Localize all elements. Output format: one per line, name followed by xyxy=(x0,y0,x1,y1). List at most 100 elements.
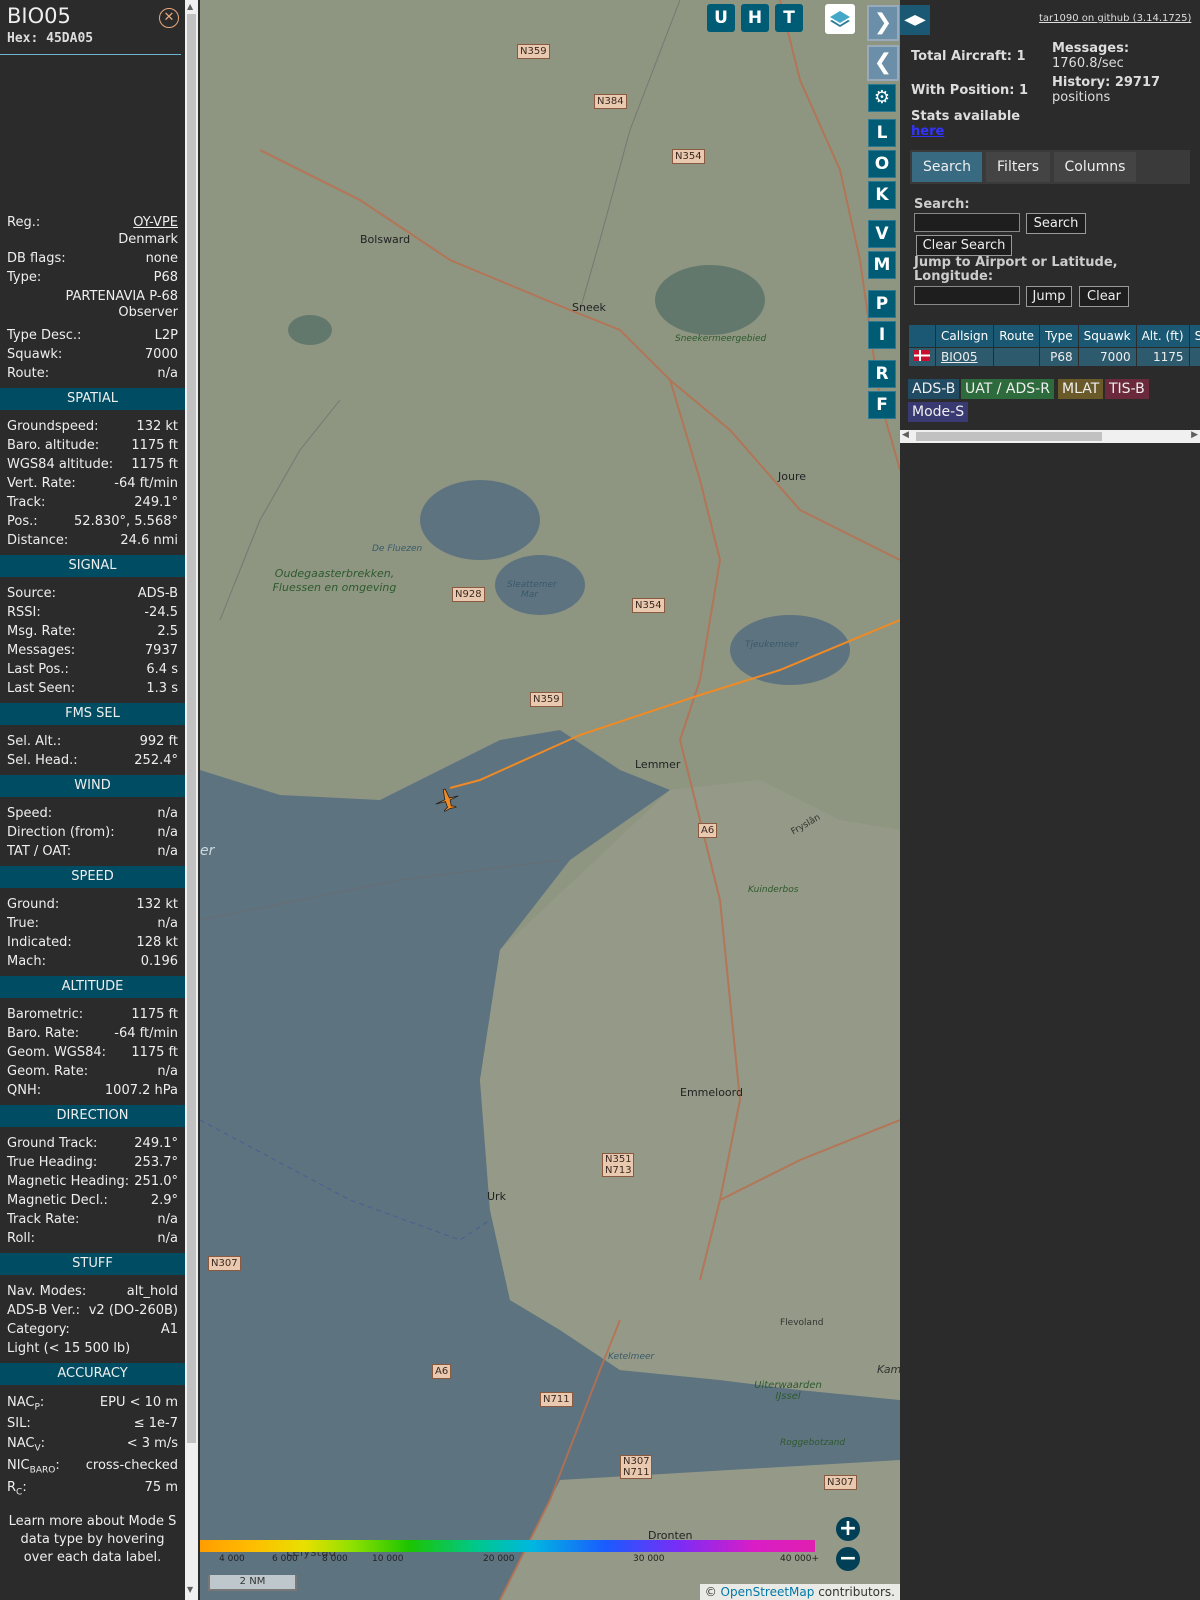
clear-search-button[interactable]: Clear Search xyxy=(916,235,1012,256)
sil-label[interactable]: SIL: xyxy=(7,1414,31,1433)
tab-filters[interactable]: Filters xyxy=(986,152,1050,182)
map-button-h[interactable]: H xyxy=(741,4,769,32)
close-icon[interactable]: ✕ xyxy=(159,8,179,28)
layers-button[interactable] xyxy=(825,4,855,34)
row-callsign[interactable]: BIO05 xyxy=(934,347,995,367)
info-row: Category: A1 xyxy=(0,1320,185,1339)
info-row-label[interactable]: Track Rate: xyxy=(7,1210,79,1229)
nacv-label[interactable]: NACV: xyxy=(7,1433,45,1455)
map-button-t[interactable]: T xyxy=(775,4,803,32)
map-button-o[interactable]: O xyxy=(868,150,896,178)
map-button-r[interactable]: R xyxy=(868,360,896,388)
info-row-label[interactable]: Magnetic Decl.: xyxy=(7,1191,108,1210)
info-row-label[interactable]: Magnetic Heading: xyxy=(7,1172,129,1191)
info-row-label[interactable]: ADS-B Ver.: xyxy=(7,1301,80,1320)
github-link[interactable]: tar1090 on github (3.14.1725) xyxy=(1039,13,1191,24)
info-row-label[interactable]: Last Pos.: xyxy=(7,660,69,679)
info-row-label[interactable]: Ground: xyxy=(7,895,59,914)
info-row-label[interactable]: Distance: xyxy=(7,531,68,550)
col-speed[interactable]: Spd. xyxy=(1188,324,1200,348)
reg-link[interactable]: OY-VPE xyxy=(133,213,178,232)
info-panel-scrollbar[interactable]: ▲ ▼ xyxy=(185,0,198,1600)
info-row-label[interactable]: Pos.: xyxy=(7,512,38,531)
map-button-k[interactable]: K xyxy=(868,181,896,209)
map-button-i[interactable]: I xyxy=(868,321,896,349)
info-row-label[interactable]: QNH: xyxy=(7,1081,41,1100)
scroll-right-arrow-icon[interactable]: ▶ xyxy=(1191,430,1198,440)
col-flag[interactable] xyxy=(908,324,936,348)
info-row-label[interactable]: Baro. Rate: xyxy=(7,1024,79,1043)
info-row-label[interactable]: Vert. Rate: xyxy=(7,474,76,493)
source-tag-tisb[interactable]: TIS-B xyxy=(1105,379,1149,399)
info-row-label[interactable]: Groundspeed: xyxy=(7,417,98,436)
map-button-l[interactable]: L xyxy=(868,119,896,147)
map-button-v[interactable]: V xyxy=(868,220,896,248)
tab-search[interactable]: Search xyxy=(912,152,982,182)
osm-link[interactable]: OpenStreetMap xyxy=(721,1585,815,1599)
info-row-label[interactable]: Indicated: xyxy=(7,933,72,952)
map-button-m[interactable]: M xyxy=(868,251,896,279)
settings-button[interactable]: ⚙ xyxy=(868,84,896,112)
info-row-label[interactable]: Ground Track: xyxy=(7,1134,97,1153)
search-button[interactable]: Search xyxy=(1026,213,1086,234)
info-row-label[interactable]: Nav. Modes: xyxy=(7,1282,86,1301)
info-row-label[interactable]: Sel. Alt.: xyxy=(7,732,61,751)
info-row-label[interactable]: Last Seen: xyxy=(7,679,75,698)
info-row-label[interactable]: RSSI: xyxy=(7,603,41,622)
nacp-label[interactable]: NACP: xyxy=(7,1392,44,1414)
scroll-up-arrow-icon[interactable]: ▲ xyxy=(187,2,193,11)
zoom-out-button[interactable]: − xyxy=(836,1547,860,1571)
nicbaro-label[interactable]: NICBARO: xyxy=(7,1455,60,1477)
rc-label[interactable]: RC: xyxy=(7,1477,27,1499)
clear-button[interactable]: Clear xyxy=(1079,286,1129,307)
jump-input[interactable] xyxy=(914,286,1020,305)
info-row-label[interactable]: Geom. Rate: xyxy=(7,1062,88,1081)
table-horizontal-scrollbar[interactable]: ◀ ▶ xyxy=(900,430,1200,443)
col-type[interactable]: Type xyxy=(1039,324,1079,348)
info-row-label[interactable]: Track: xyxy=(7,493,45,512)
hscroll-thumb[interactable] xyxy=(916,432,1102,441)
scrollbar-thumb[interactable] xyxy=(187,14,196,1443)
info-row-label[interactable]: Baro. altitude: xyxy=(7,436,99,455)
scroll-down-arrow-icon[interactable]: ▼ xyxy=(187,1585,193,1594)
info-row-label[interactable]: Mach: xyxy=(7,952,46,971)
table-row[interactable]: BIO05 P68 7000 1175 xyxy=(908,347,1200,367)
info-row-label[interactable]: WGS84 altitude: xyxy=(7,455,113,474)
expand-right-button[interactable]: ❯ xyxy=(867,5,899,41)
source-tag-adsb[interactable]: ADS-B xyxy=(908,379,960,399)
col-callsign[interactable]: Callsign xyxy=(934,324,995,348)
zoom-in-button[interactable]: + xyxy=(836,1517,860,1541)
map-button-f[interactable]: F xyxy=(868,391,896,419)
aircraft-marker-icon[interactable] xyxy=(432,785,462,815)
scroll-left-arrow-icon[interactable]: ◀ xyxy=(902,430,909,440)
map-button-p[interactable]: P xyxy=(868,290,896,318)
col-squawk[interactable]: Squawk xyxy=(1077,324,1137,348)
info-row-label[interactable]: Messages: xyxy=(7,641,75,660)
info-row-label[interactable]: Geom. WGS84: xyxy=(7,1043,106,1062)
toggle-sidebar-button[interactable]: ◀▶ xyxy=(900,5,930,35)
info-row-label[interactable]: Speed: xyxy=(7,804,52,823)
info-row-label[interactable]: Direction (from): xyxy=(7,823,115,842)
tab-columns[interactable]: Columns xyxy=(1054,152,1136,182)
row-speed xyxy=(1188,347,1200,367)
map-button-u[interactable]: U xyxy=(707,4,735,32)
info-row-label[interactable]: TAT / OAT: xyxy=(7,842,71,861)
info-row-label[interactable]: True Heading: xyxy=(7,1153,97,1172)
info-row-label[interactable]: Sel. Head.: xyxy=(7,751,78,770)
jump-button[interactable]: Jump xyxy=(1026,286,1072,307)
col-altitude[interactable]: Alt. (ft) xyxy=(1135,324,1190,348)
source-tag-uat[interactable]: UAT / ADS-R xyxy=(961,379,1054,399)
source-tag-modes[interactable]: Mode-S xyxy=(908,402,969,422)
stats-link[interactable]: here xyxy=(911,124,944,139)
col-route[interactable]: Route xyxy=(993,324,1041,348)
info-row-label[interactable]: Msg. Rate: xyxy=(7,622,76,641)
search-input[interactable] xyxy=(914,213,1020,232)
map-view[interactable]: Bolsward Sneek Joure Lemmer Emmeloord Ur… xyxy=(200,0,900,1600)
collapse-left-button[interactable]: ❮ xyxy=(867,45,899,81)
info-row-label[interactable]: Roll: xyxy=(7,1229,35,1248)
info-row-label[interactable]: True: xyxy=(7,914,39,933)
info-row-label[interactable]: Category: xyxy=(7,1320,70,1339)
info-row-label[interactable]: Source: xyxy=(7,584,56,603)
source-tag-mlat[interactable]: MLAT xyxy=(1058,379,1104,399)
info-row-label[interactable]: Barometric: xyxy=(7,1005,83,1024)
